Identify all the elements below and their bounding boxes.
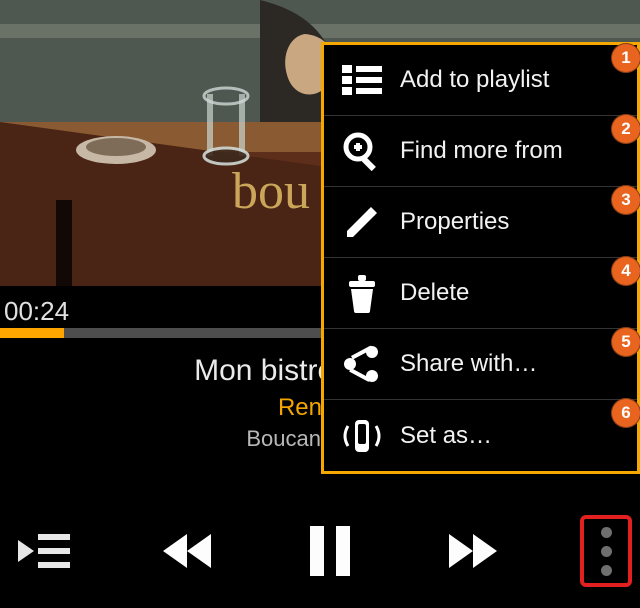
more-button[interactable] [580,515,632,587]
ringtone-icon [338,412,386,460]
menu-item-share-with[interactable]: Share with… 5 [324,329,637,400]
menu-item-properties[interactable]: Properties 3 [324,187,637,258]
queue-button[interactable] [8,515,80,587]
menu-item-label: Delete [400,279,469,307]
step-badge: 1 [611,43,640,73]
album-overlay-text: bou [232,163,310,220]
menu-item-label: Add to playlist [400,66,549,94]
elapsed-time: 00:24 [4,296,69,327]
step-badge: 2 [611,114,640,144]
step-badge: 6 [611,398,640,428]
progress-fill [0,328,64,338]
pause-button[interactable] [294,515,366,587]
menu-item-add-to-playlist[interactable]: Add to playlist 1 [324,45,637,116]
menu-item-label: Set as… [400,422,492,450]
step-badge: 3 [611,185,640,215]
menu-item-set-as[interactable]: Set as… 6 [324,400,637,471]
playlist-add-icon [338,56,386,104]
menu-item-find-more-from[interactable]: Find more from 2 [324,116,637,187]
transport-controls [0,494,640,608]
context-menu: Add to playlist 1 Find more from 2 [324,45,637,471]
menu-item-label: Properties [400,208,509,236]
pencil-icon [338,198,386,246]
menu-item-label: Share with… [400,350,537,378]
menu-item-delete[interactable]: Delete 4 [324,258,637,329]
player-screen: bou 00:24 Mon bistrot préféré Renaud Bou… [0,0,640,608]
share-icon [338,340,386,388]
step-badge: 4 [611,256,640,286]
menu-item-label: Find more from [400,137,563,165]
rewind-button[interactable] [151,515,223,587]
search-plus-icon [338,127,386,175]
step-badge: 5 [611,327,640,357]
more-icon [601,523,612,580]
forward-button[interactable] [437,515,509,587]
trash-icon [338,269,386,317]
